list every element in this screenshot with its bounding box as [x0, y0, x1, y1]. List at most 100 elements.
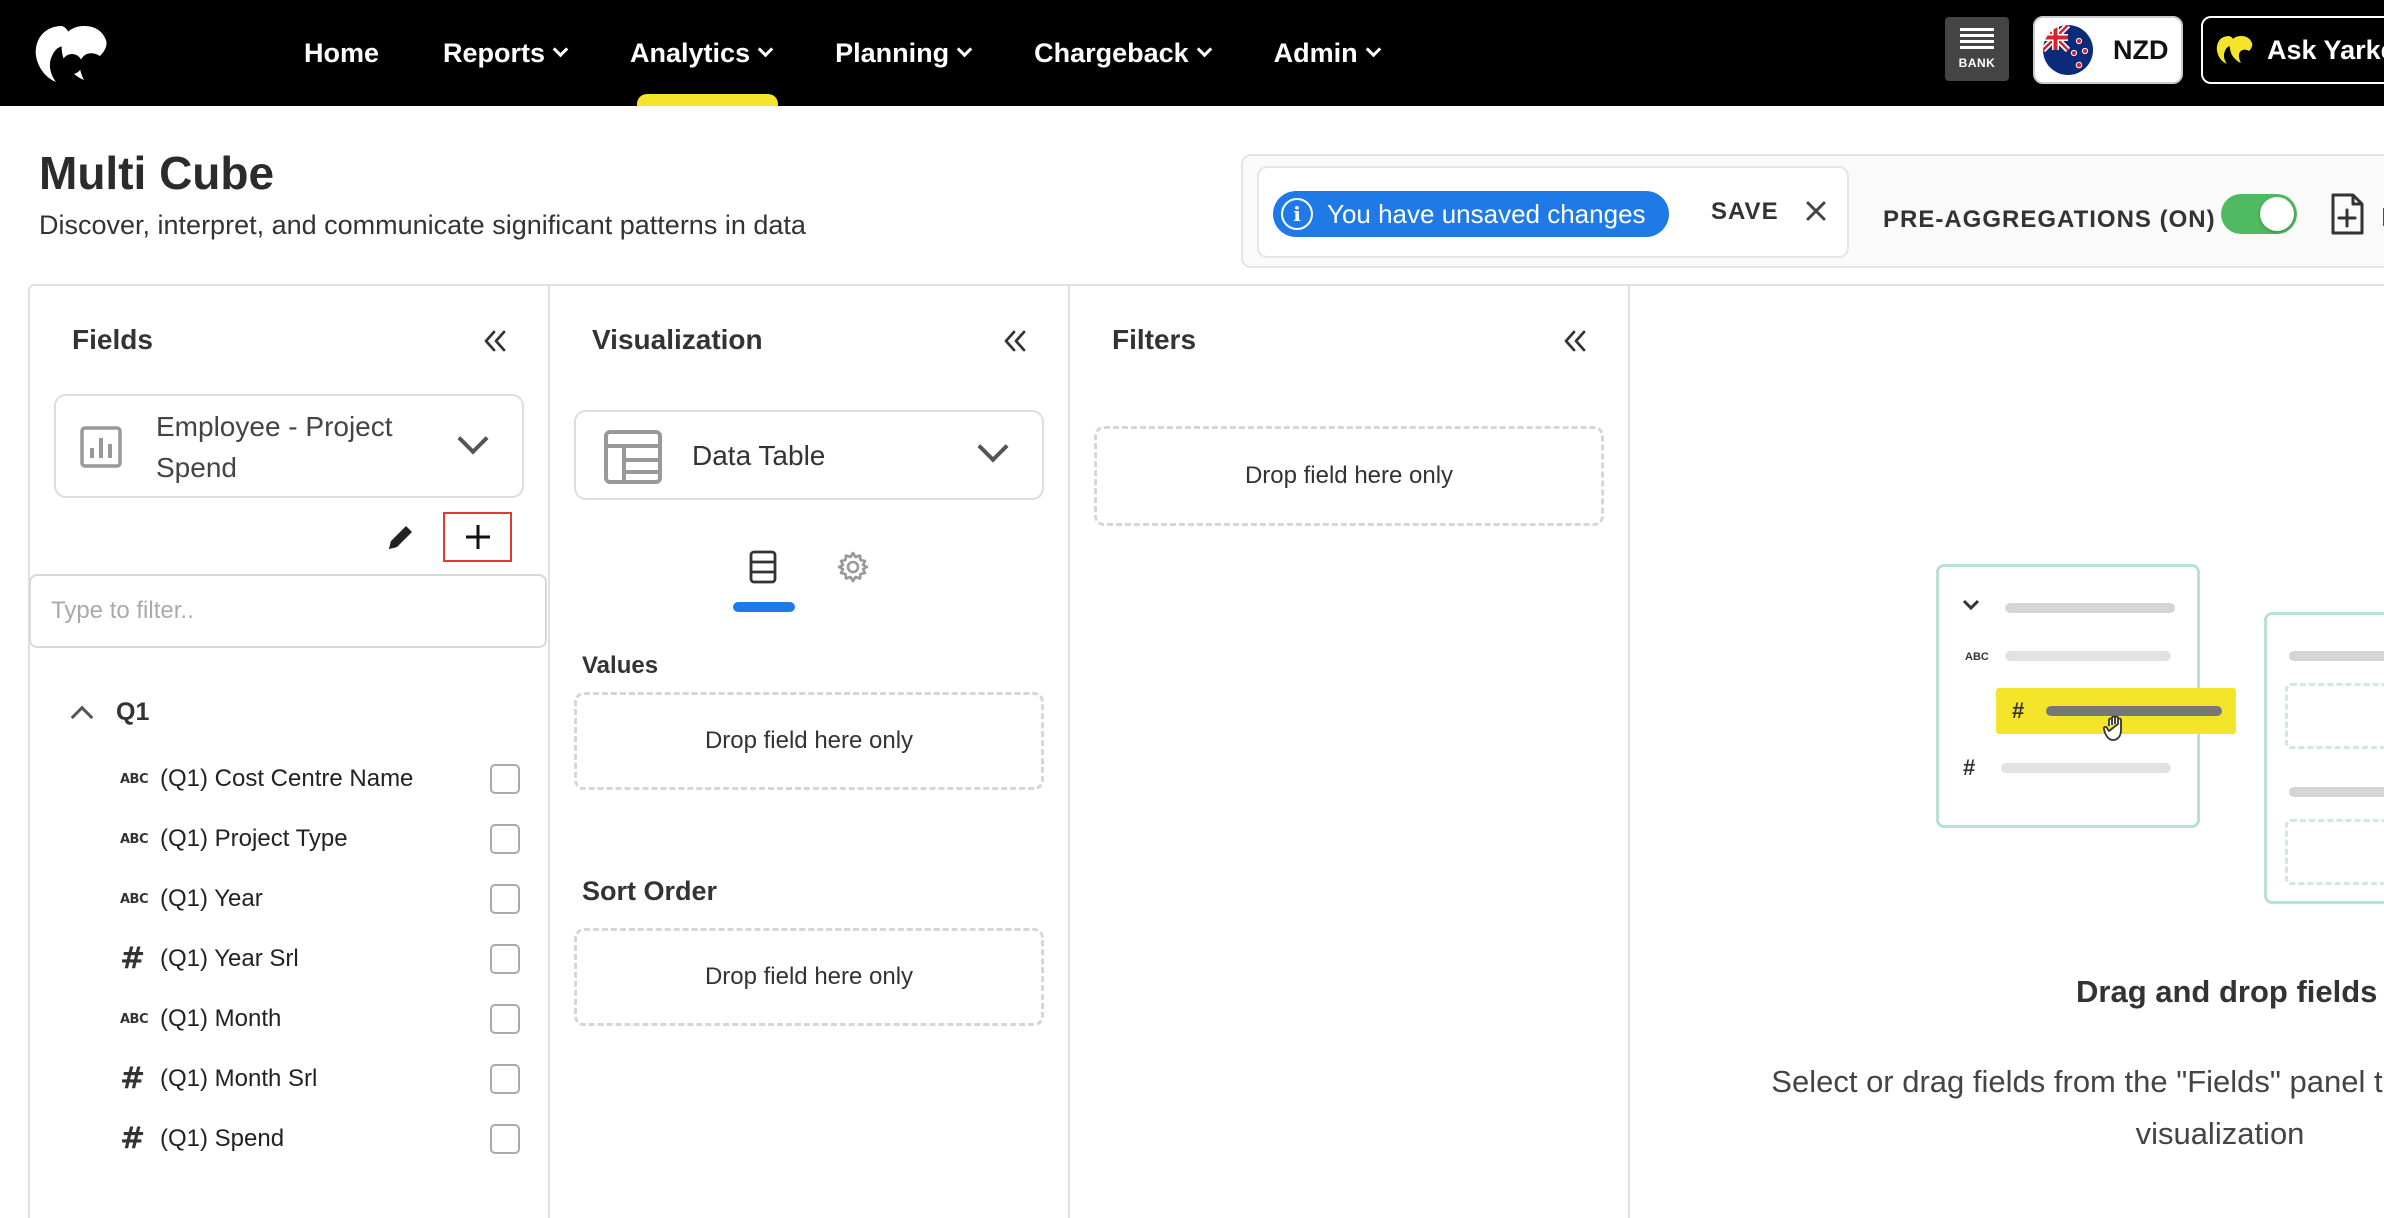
- company-logo-icon[interactable]: [32, 22, 112, 84]
- ask-assistant-button[interactable]: Ask Yarke: [2201, 16, 2384, 84]
- pencil-icon[interactable]: [384, 520, 418, 554]
- number-type-icon: #: [120, 1061, 146, 1096]
- empty-state-description: Select or drag fields from the "Fields" …: [1771, 1064, 2384, 1151]
- collapse-fields-icon[interactable]: [482, 328, 508, 354]
- pre-aggregations-toggle[interactable]: [2221, 194, 2297, 234]
- illustration-bar: [2005, 603, 2175, 613]
- toggle-knob: [2260, 197, 2294, 231]
- table-rows-icon: [749, 550, 777, 584]
- gear-icon[interactable]: [836, 550, 870, 584]
- page: Home Reports Analytics Planning Chargeback Ad…: [0, 0, 2384, 1218]
- text-type-icon: ABC: [120, 771, 149, 787]
- field-group-q1[interactable]: Q1: [68, 698, 149, 728]
- nz-flag-icon: [2043, 25, 2093, 75]
- field-checkbox[interactable]: [490, 944, 520, 974]
- unsaved-changes-badge: i You have unsaved changes: [1273, 191, 1669, 237]
- field-label: (Q1) Spend: [160, 1125, 285, 1152]
- save-button[interactable]: SAVE: [1711, 198, 1779, 226]
- field-row[interactable]: # (Q1) Year Srl: [120, 934, 520, 984]
- bank-badge[interactable]: BANK: [1945, 17, 2009, 81]
- drag-drop-illustration: ABC # #: [1936, 564, 2384, 910]
- field-checkbox[interactable]: [490, 1004, 520, 1034]
- currency-code: NZD: [2113, 34, 2169, 65]
- field-checkbox[interactable]: [490, 884, 520, 914]
- nav-item-label: Home: [304, 37, 380, 68]
- chevron-down-icon: [552, 41, 569, 58]
- chevron-down-icon: [956, 41, 973, 58]
- data-table-icon: [604, 430, 662, 484]
- nav-item-reports[interactable]: Reports: [439, 0, 570, 106]
- illustration-drop-zone: [2285, 683, 2384, 749]
- nav-item-chargeback[interactable]: Chargeback: [1030, 0, 1214, 106]
- currency-selector[interactable]: NZD: [2033, 16, 2183, 84]
- field-checkbox[interactable]: [490, 1064, 520, 1094]
- field-row[interactable]: ABC (Q1) Year: [120, 874, 520, 924]
- sort-order-drop-zone[interactable]: Drop field here only: [574, 928, 1044, 1026]
- illustration-dragged-field: #: [1996, 688, 2236, 741]
- illustration-bar: [2001, 763, 2171, 773]
- info-icon: i: [1281, 198, 1313, 230]
- page-title: Multi Cube: [39, 147, 275, 199]
- illustration-bar: [2289, 651, 2384, 661]
- nav-item-label: Reports: [443, 37, 546, 68]
- text-type-icon: ABC: [120, 891, 149, 907]
- bank-icon: [1960, 28, 1994, 52]
- field-row[interactable]: # (Q1) Spend: [120, 1114, 520, 1164]
- nav-item-analytics[interactable]: Analytics: [626, 0, 779, 106]
- chevron-down-icon: [1196, 41, 1212, 58]
- field-row[interactable]: ABC (Q1) Cost Centre Name: [120, 754, 520, 804]
- plus-icon: [465, 525, 490, 549]
- new-document-icon[interactable]: [2329, 192, 2365, 236]
- panel-divider: [1068, 284, 1070, 1218]
- filters-drop-zone[interactable]: Drop field here only: [1094, 426, 1604, 526]
- number-type-icon: #: [120, 1121, 146, 1156]
- dataset-name: Employee - Project Spend: [156, 411, 393, 483]
- nav-item-admin[interactable]: Admin: [1270, 0, 1383, 106]
- chevron-down-icon: [1365, 41, 1381, 58]
- top-navigation-bar: Home Reports Analytics Planning Chargeback Ad…: [0, 0, 2384, 106]
- field-row[interactable]: # (Q1) Month Srl: [120, 1054, 520, 1104]
- field-checkbox[interactable]: [490, 1124, 520, 1154]
- illustration-drop-zone: [2285, 819, 2384, 885]
- collapse-visualization-icon[interactable]: [1002, 328, 1028, 354]
- values-section-label: Values: [582, 652, 659, 679]
- field-row[interactable]: ABC (Q1) Month: [120, 994, 520, 1044]
- field-label: (Q1) Cost Centre Name: [160, 765, 414, 792]
- chevron-down-icon: [977, 431, 1009, 463]
- fields-panel-title: Fields: [72, 324, 153, 355]
- collapse-filters-icon[interactable]: [1562, 328, 1588, 354]
- illustration-bar: [2005, 651, 2171, 661]
- field-checkbox[interactable]: [490, 764, 520, 794]
- nav-item-label: Admin: [1273, 37, 1358, 68]
- nav-item-label: Analytics: [630, 37, 751, 68]
- visualization-type-selector[interactable]: Data Table: [574, 410, 1044, 500]
- field-checkbox[interactable]: [490, 824, 520, 854]
- field-label: (Q1) Year: [160, 885, 263, 912]
- main-nav: Home Reports Analytics Planning Chargeback Ad…: [300, 0, 1439, 106]
- active-tab-indicator: [733, 602, 795, 612]
- panel-divider: [1628, 284, 1630, 1218]
- grab-hand-icon: [2102, 715, 2122, 741]
- nav-item-label: Chargeback: [1034, 37, 1189, 68]
- field-row[interactable]: ABC (Q1) Project Type: [120, 814, 520, 864]
- action-bar: i You have unsaved changes SAVE PRE-AGGR…: [1241, 154, 2384, 268]
- close-icon[interactable]: [1799, 194, 1833, 228]
- field-filter-input[interactable]: [29, 574, 547, 648]
- illustration-hash-glyph: #: [1963, 755, 1976, 780]
- nav-item-home[interactable]: Home: [300, 0, 383, 106]
- assistant-logo-icon: [2216, 36, 2253, 64]
- tab-data-fields[interactable]: [733, 542, 795, 612]
- nav-item-planning[interactable]: Planning: [831, 0, 974, 106]
- dataset-chart-icon: [80, 426, 122, 468]
- dataset-selector[interactable]: Employee - Project Spend: [54, 394, 524, 498]
- unsaved-changes-text: You have unsaved changes: [1327, 198, 1646, 229]
- pre-aggregations-label: PRE-AGGREGATIONS (ON): [1883, 206, 2216, 233]
- sort-order-section-label: Sort Order: [582, 876, 718, 906]
- illustration-hash-glyph: #: [2012, 698, 2025, 723]
- panel-divider: [548, 284, 550, 1218]
- add-field-button[interactable]: [443, 512, 512, 562]
- illustration-drop-card: [2264, 612, 2384, 904]
- values-drop-zone[interactable]: Drop field here only: [574, 692, 1044, 790]
- chevron-down-icon: [757, 41, 774, 58]
- chevron-up-icon: [70, 705, 94, 728]
